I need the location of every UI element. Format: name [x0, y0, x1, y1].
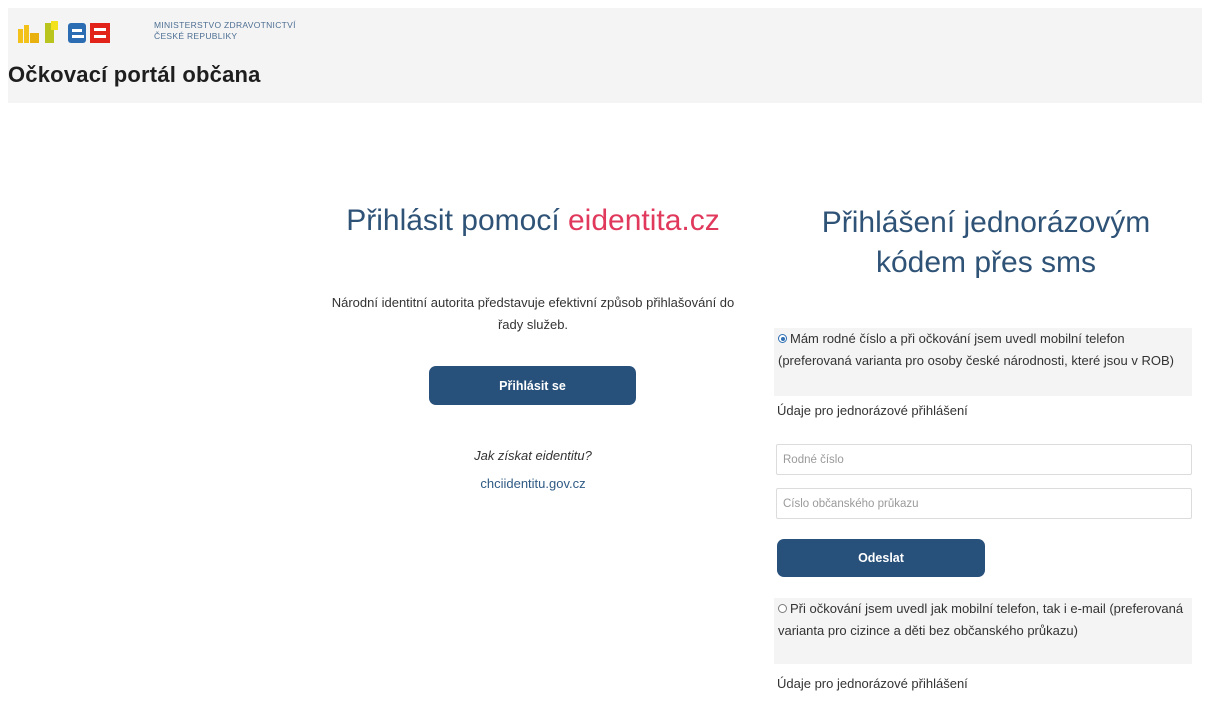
- ministry-name: MINISTERSTVO ZDRAVOTNICTVÍ ČESKÉ REPUBLI…: [154, 20, 296, 42]
- portal-title: Očkovací portál občana: [8, 62, 261, 87]
- option-phone-email-label: Při očkování jsem uvedl jak mobilní tele…: [778, 601, 1184, 638]
- eidentita-title-prefix: Přihlásit pomocí: [346, 204, 568, 237]
- eidentita-login-title: Přihlásit pomocí eidentita.cz: [320, 204, 746, 238]
- option-phone-email[interactable]: Při očkování jsem uvedl jak mobilní tele…: [774, 598, 1192, 664]
- login-details-label: Údaje pro jednorázové přihlášení: [777, 403, 968, 418]
- login-details-label-2: Údaje pro jednorázové přihlášení: [777, 676, 968, 691]
- ministry-logo[interactable]: [18, 17, 158, 49]
- how-to-get-link[interactable]: chciidentitu.gov.cz: [330, 476, 736, 491]
- page-header: MINISTERSTVO ZDRAVOTNICTVÍ ČESKÉ REPUBLI…: [8, 8, 1202, 103]
- login-button[interactable]: Přihlásit se: [429, 366, 636, 405]
- how-to-get-eidentity: Jak získat eidentitu?: [474, 448, 592, 463]
- sms-login-title: Přihlášení jednorázovým kódem přes sms: [821, 206, 1151, 279]
- id-card-number-input[interactable]: [776, 488, 1192, 519]
- send-button[interactable]: Odeslat: [777, 539, 985, 577]
- eidentita-brand: eidentita.cz: [567, 204, 720, 237]
- ministry-name-line2: ČESKÉ REPUBLIKY: [154, 31, 238, 41]
- radio-phone-email[interactable]: [778, 604, 787, 614]
- birth-number-input[interactable]: [776, 444, 1192, 475]
- option-birth-number-label: Mám rodné číslo a při očkování jsem uved…: [778, 331, 1174, 368]
- option-birth-number[interactable]: Mám rodné číslo a při očkování jsem uved…: [774, 328, 1192, 396]
- radio-birth-number[interactable]: [778, 334, 787, 344]
- ministry-name-line1: MINISTERSTVO ZDRAVOTNICTVÍ: [154, 20, 296, 30]
- eidentita-description: Národní identitní autorita představuje e…: [331, 295, 735, 332]
